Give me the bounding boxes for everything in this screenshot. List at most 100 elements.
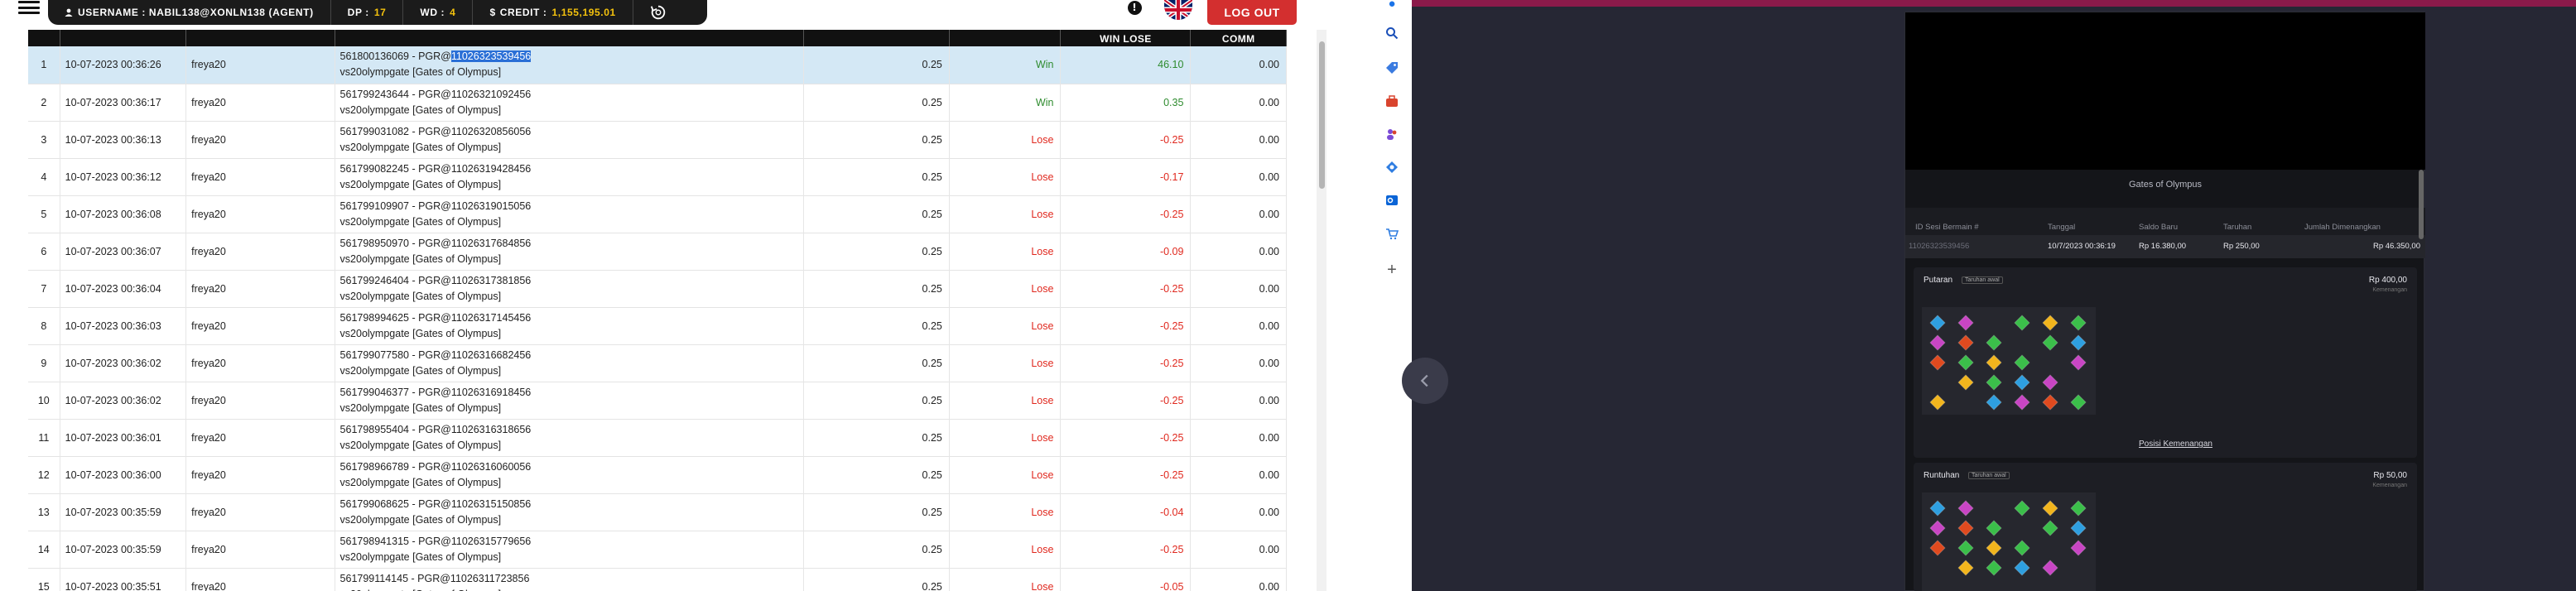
refresh-button[interactable]	[633, 0, 683, 25]
gem-symbol-icon	[2069, 334, 2087, 352]
tab-strip	[1412, 0, 2576, 7]
row-winlose: -0.25	[1060, 270, 1192, 307]
gem-symbol-icon	[1985, 393, 2003, 411]
tumble-badge: Taruhan awal	[1968, 472, 2010, 479]
tx-game: vs20olympgate [Gates of Olympus]	[339, 141, 502, 153]
row-comm: 0.00	[1190, 233, 1287, 270]
row-transaction: 561798941315 - PGR@11026315779656 vs20oly…	[335, 531, 804, 568]
table-body: 1 10-07-2023 00:36:26 freya20 561800136069 …	[28, 46, 1287, 591]
row-date: 10-07-2023 00:36:07	[60, 233, 187, 270]
tx-game: vs20olympgate [Gates of Olympus]	[339, 290, 502, 302]
gem-symbol-icon	[2069, 499, 2087, 517]
win-total-value: Rp 46.350,00	[2372, 242, 2420, 251]
table-row[interactable]: 6 10-07-2023 00:36:07 freya20 561798950970 …	[28, 233, 1287, 270]
row-winlose: -0.25	[1060, 456, 1192, 493]
game-history-window: Gates of Olympus ID Sesi Bermain # Tangg…	[1904, 12, 2425, 591]
row-number: 4	[28, 158, 60, 195]
gem-symbol-icon	[1985, 334, 2003, 352]
row-username: freya20	[185, 84, 335, 121]
panel-divider	[1329, 0, 1374, 591]
win-position-link[interactable]: Posisi Kemenangan	[2139, 440, 2212, 449]
table-row[interactable]: 15 10-07-2023 00:35:51 freya20 561799114145…	[28, 568, 1287, 591]
table-row[interactable]: 4 10-07-2023 00:36:12 freya20 561799082245 …	[28, 158, 1287, 195]
row-username: freya20	[185, 158, 335, 195]
row-status: Lose	[949, 531, 1062, 568]
row-winlose: -0.25	[1060, 419, 1192, 456]
people-icon[interactable]	[1384, 126, 1400, 142]
row-number: 10	[28, 382, 60, 419]
tx-id: 561798950970 - PGR@11026317684856	[339, 237, 532, 249]
gem-symbol-icon	[2013, 353, 2031, 372]
table-row[interactable]: 7 10-07-2023 00:36:04 freya20 561799246404 …	[28, 270, 1287, 307]
search-icon[interactable]	[1384, 25, 1400, 41]
row-date: 10-07-2023 00:36:26	[60, 46, 187, 84]
tx-game: vs20olympgate [Gates of Olympus]	[339, 439, 502, 451]
tx-id: 561799077580 - PGR@11026316682456	[339, 348, 532, 361]
row-username: freya20	[185, 456, 335, 493]
spin-label: Putaran	[1924, 276, 1953, 285]
username-label: USERNAME : NABIL138@XONLN138 (AGENT)	[78, 7, 314, 18]
uk-flag-icon[interactable]	[1164, 0, 1192, 20]
copilot-icon[interactable]	[1384, 159, 1400, 175]
bell-icon[interactable]: ●	[1384, 0, 1400, 12]
table-row[interactable]: 11 10-07-2023 00:36:01 freya20 561798955404…	[28, 419, 1287, 456]
gem-symbol-icon	[2013, 499, 2031, 517]
row-status: Lose	[949, 158, 1062, 195]
bet-value: Rp 250,00	[2223, 242, 2260, 251]
tx-game: vs20olympgate [Gates of Olympus]	[339, 252, 502, 265]
logout-button[interactable]: LOG OUT	[1207, 0, 1297, 25]
table-row[interactable]: 14 10-07-2023 00:35:59 freya20 561798941315…	[28, 531, 1287, 568]
gem-symbol-icon	[1928, 393, 1947, 411]
outlook-icon[interactable]	[1384, 192, 1400, 209]
cart-icon[interactable]	[1384, 225, 1400, 242]
table-row[interactable]: 12 10-07-2023 00:36:00 freya20 561798966789…	[28, 456, 1287, 493]
hamburger-menu-icon[interactable]	[17, 0, 41, 18]
dollar-icon: $	[489, 7, 496, 18]
game-video-area	[1905, 12, 2425, 170]
row-bet: 0.25	[803, 46, 950, 84]
spin-badge: Taruhan awal	[1962, 276, 2003, 284]
table-row[interactable]: 5 10-07-2023 00:36:08 freya20 561799109907 …	[28, 195, 1287, 233]
row-winlose: 0.35	[1060, 84, 1192, 121]
row-status: Win	[949, 46, 1062, 84]
row-status: Lose	[949, 382, 1062, 419]
row-comm: 0.00	[1190, 307, 1287, 344]
window-scrollbar[interactable]	[2419, 170, 2424, 239]
info-icon[interactable]: !	[1126, 0, 1143, 15]
gem-symbol-icon	[2013, 539, 2031, 557]
tumble-sub: Kemenangan	[2372, 483, 2407, 488]
row-bet: 0.25	[803, 531, 950, 568]
table-scrollbar-thumb[interactable]	[1319, 41, 1325, 189]
row-username: freya20	[185, 568, 335, 591]
table-row[interactable]: 8 10-07-2023 00:36:03 freya20 561798994625 …	[28, 307, 1287, 344]
row-username: freya20	[185, 382, 335, 419]
wd-label: WD :	[420, 7, 445, 18]
table-row[interactable]: 13 10-07-2023 00:35:59 freya20 561799068625…	[28, 493, 1287, 531]
gem-symbol-icon	[2041, 393, 2059, 411]
col-date: Tanggal	[2048, 223, 2076, 232]
row-status: Lose	[949, 233, 1062, 270]
gem-symbol-icon	[1928, 353, 1947, 372]
carousel-prev-button[interactable]	[1402, 358, 1448, 404]
row-number: 15	[28, 568, 60, 591]
briefcase-icon[interactable]	[1384, 93, 1400, 109]
game-history-row[interactable]: 11026323539456 10/7/2023 00:36:19 Rp 16.…	[1905, 235, 2425, 258]
tx-id: 561799068625 - PGR@11026315150856	[339, 497, 532, 510]
row-comm: 0.00	[1190, 344, 1287, 382]
tx-game: vs20olympgate [Gates of Olympus]	[339, 401, 502, 414]
user-icon	[65, 8, 73, 17]
table-row[interactable]: 9 10-07-2023 00:36:02 freya20 561799077580 …	[28, 344, 1287, 382]
table-row[interactable]: 3 10-07-2023 00:36:13 freya20 561799031082 …	[28, 121, 1287, 158]
table-row[interactable]: 2 10-07-2023 00:36:17 freya20 561799243644 …	[28, 84, 1287, 121]
row-status: Lose	[949, 121, 1062, 158]
row-number: 9	[28, 344, 60, 382]
gem-symbol-icon	[1957, 353, 1975, 372]
tag-icon[interactable]	[1384, 60, 1400, 76]
table-row[interactable]: 10 10-07-2023 00:36:02 freya20 561799046377…	[28, 382, 1287, 419]
plus-icon[interactable]: +	[1384, 261, 1400, 279]
row-number: 14	[28, 531, 60, 568]
gem-symbol-icon	[2069, 519, 2087, 537]
column-header	[60, 30, 187, 46]
table-row[interactable]: 1 10-07-2023 00:36:26 freya20 561800136069 …	[28, 46, 1287, 84]
dp-label: DP :	[347, 7, 369, 18]
